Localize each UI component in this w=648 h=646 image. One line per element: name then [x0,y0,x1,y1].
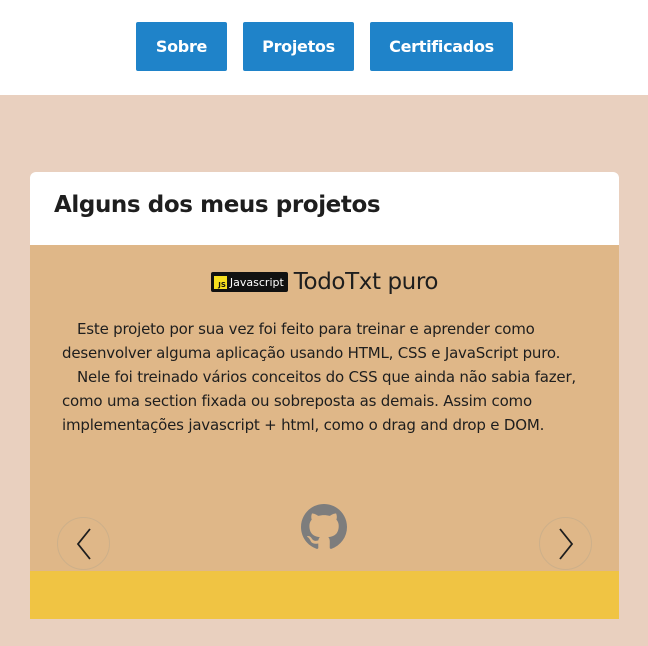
card-header: Alguns dos meus projetos [30,172,619,245]
project-heading: JS Javascript TodoTxt puro [30,267,619,297]
next-project-button[interactable] [539,517,592,570]
projects-card: Alguns dos meus projetos JS Javascript T… [30,172,619,619]
project-description-paragraph-2: Nele foi treinado vários conceitos do CS… [62,368,577,434]
javascript-logo-icon: JS [213,275,227,289]
card-footer [30,571,619,619]
nav-button-about[interactable]: Sobre [136,22,227,71]
chevron-right-icon [558,527,573,560]
nav-button-certificates[interactable]: Certificados [370,22,513,71]
tech-badge: JS Javascript [210,272,288,292]
tech-badge-label: Javascript [229,275,284,289]
nav-button-projects[interactable]: Projetos [243,22,354,71]
project-description-paragraph-1: Este projeto por sua vez foi feito para … [62,320,561,362]
github-link[interactable] [301,504,347,550]
github-icon [301,504,347,549]
project-description: Este projeto por sua vez foi feito para … [62,317,582,437]
chevron-left-icon [76,527,91,560]
section-title: Alguns dos meus projetos [54,192,381,218]
previous-project-button[interactable] [57,517,110,570]
project-name: TodoTxt puro [293,269,439,295]
top-navigation: Sobre Projetos Certificados [0,0,648,95]
project-slide: JS Javascript TodoTxt puro Este projeto … [30,245,619,571]
